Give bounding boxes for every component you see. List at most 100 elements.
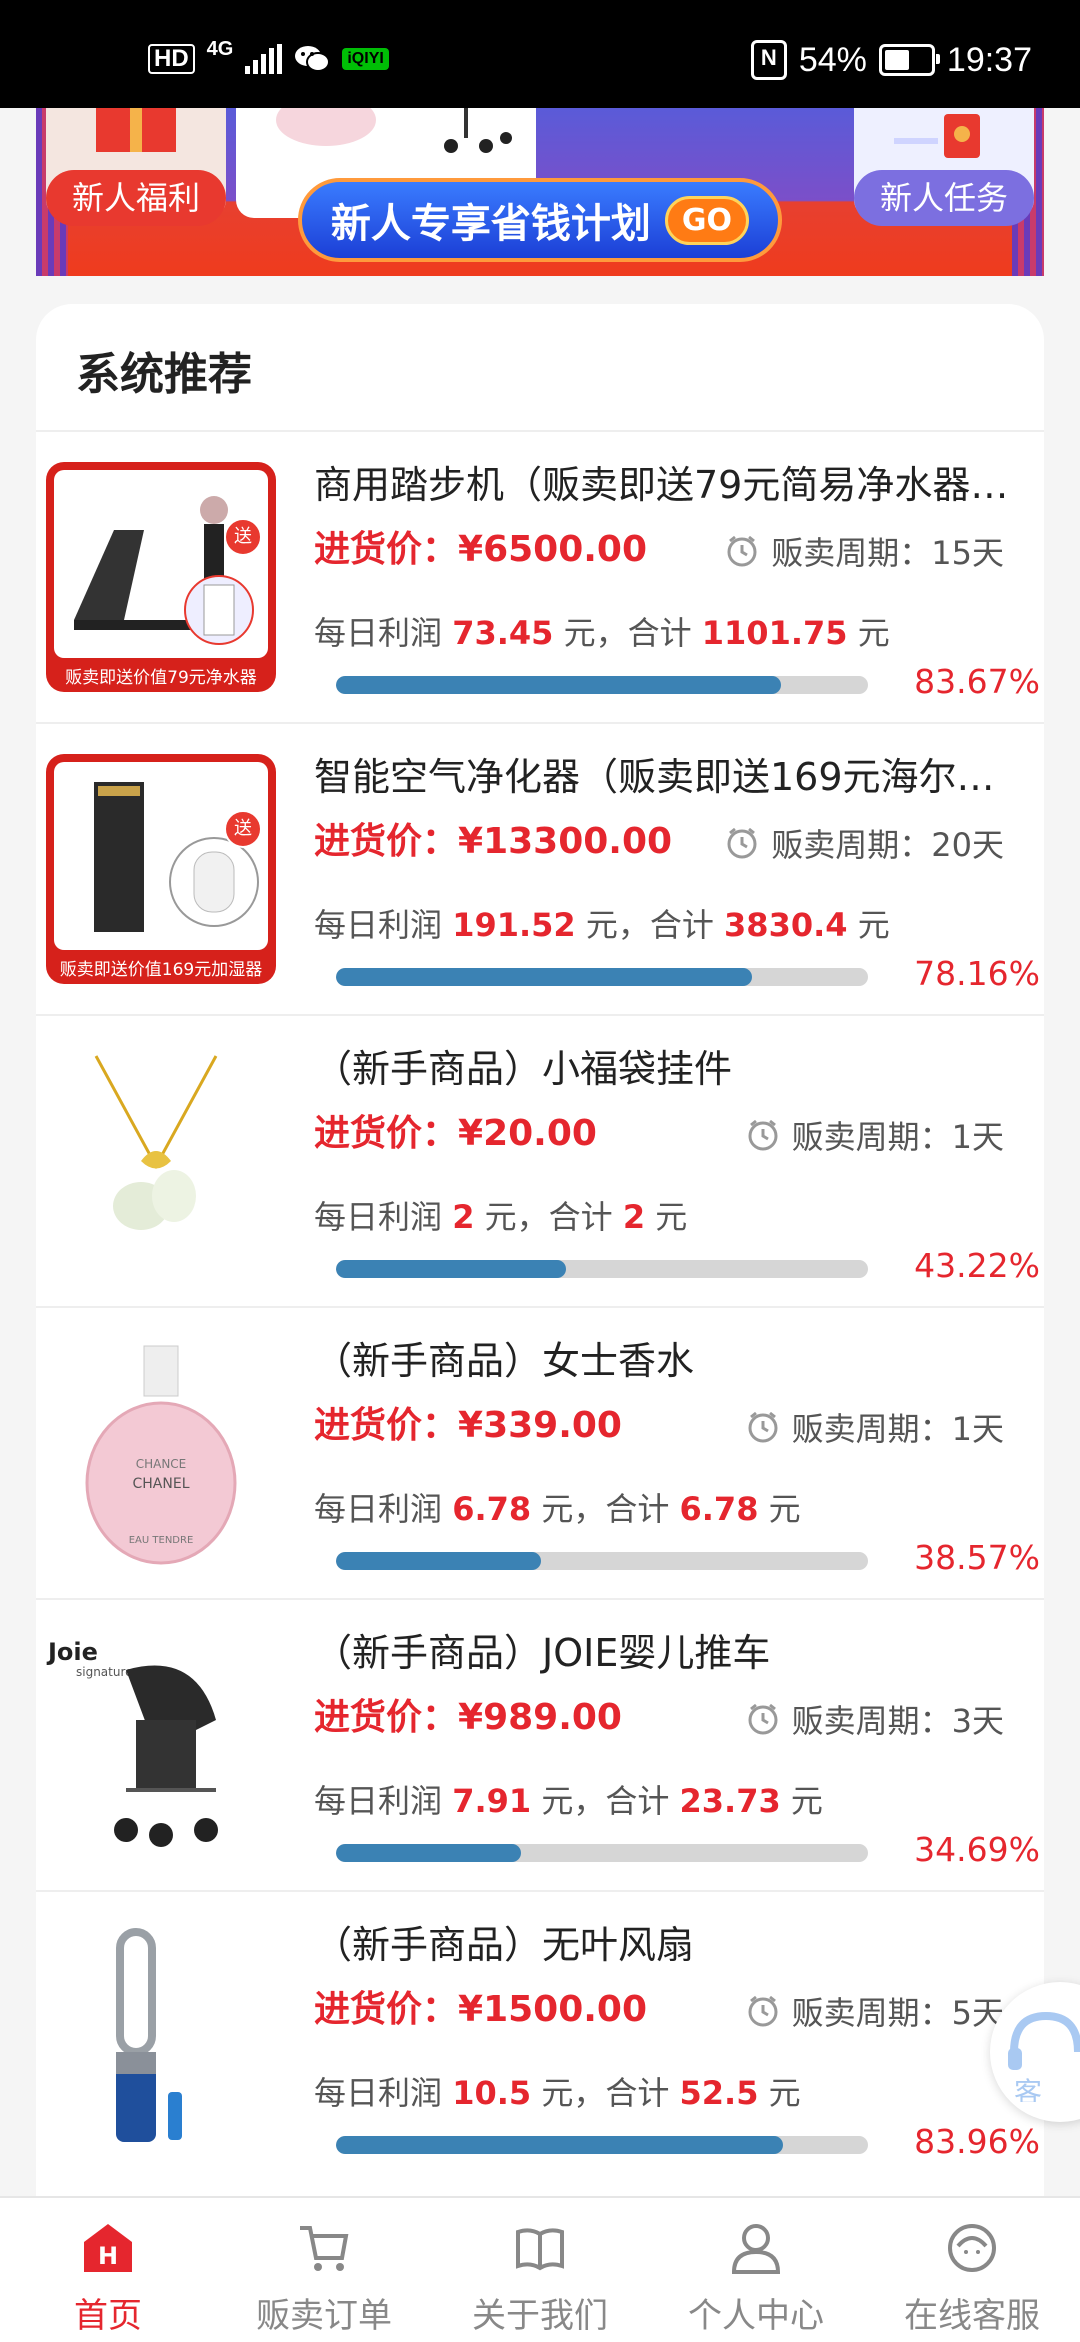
- cycle-prefix: 贩卖周期：: [791, 1410, 952, 1448]
- daily-profit: 每日利润 6.78 元，合计 6.78 元: [314, 1484, 801, 1530]
- price-value: ¥339.00: [458, 1405, 622, 1446]
- sell-cycle: 贩卖周期：1天: [746, 1112, 1004, 1158]
- price-prefix: 进货价：: [314, 1405, 459, 1446]
- cycle-value: 15天: [931, 534, 1004, 572]
- total-unit: 元: [758, 2074, 801, 2112]
- daily-profit: 每日利润 2 元，合计 2 元: [314, 1192, 687, 1238]
- clock-icon: [727, 827, 757, 859]
- profit-unit: 元，合计: [474, 1198, 623, 1236]
- product-item[interactable]: Joie signature （新手商品）JOIE婴儿推车 进货价：¥989.00 贩卖…: [36, 1598, 1044, 1890]
- nav-label: 个人中心: [688, 2296, 824, 2336]
- profit-unit: 元，合计: [531, 1490, 680, 1528]
- product-name: （新手商品）女士香水: [314, 1339, 695, 1383]
- price-prefix: 进货价：: [314, 1697, 459, 1738]
- product-name: （新手商品）JOIE婴儿推车: [314, 1631, 771, 1675]
- purchase-price: 进货价：¥1500.00: [314, 1980, 647, 2032]
- price-prefix: 进货价：: [314, 821, 459, 862]
- profit-prefix: 每日利润: [314, 1490, 453, 1528]
- product-item[interactable]: （新手商品）小福袋挂件 进货价：¥20.00 贩卖周期：1天 每日利润 2 元，合计 …: [36, 1014, 1044, 1306]
- svg-text:signature: signature: [76, 1665, 133, 1679]
- price-value: ¥6500.00: [458, 529, 648, 570]
- total-profit-value: 52.5: [679, 2074, 759, 2112]
- clock-icon: [748, 1411, 778, 1443]
- svg-text:CHANEL: CHANEL: [133, 1476, 190, 1492]
- product-preview-image: [276, 108, 512, 153]
- purchase-price: 进货价：¥20.00: [314, 1104, 597, 1156]
- daily-profit-value: 7.91: [452, 1782, 532, 1820]
- total-unit: 元: [780, 1782, 823, 1820]
- purchase-price: 进货价：¥6500.00: [314, 520, 647, 572]
- progress-fill: [336, 1260, 566, 1278]
- product-name: （新手商品）无叶风扇: [314, 1923, 695, 1967]
- daily-profit: 每日利润 191.52 元，合计 3830.4 元: [314, 900, 890, 946]
- newcomer-task-button[interactable]: 新人任务: [854, 170, 1034, 226]
- nav-item-1[interactable]: 贩卖订单: [216, 2198, 432, 2342]
- profit-prefix: 每日利润: [314, 1782, 453, 1820]
- nav-item-0[interactable]: H 首页: [0, 2198, 216, 2342]
- user-icon: [728, 2220, 784, 2276]
- clock-icon: [748, 1703, 778, 1735]
- progress-bar: [336, 1260, 868, 1278]
- daily-profit: 每日利润 73.45 元，合计 1101.75 元: [314, 608, 890, 654]
- price-value: ¥13300.00: [458, 821, 673, 862]
- product-thumbnail[interactable]: [46, 1046, 276, 1276]
- cycle-value: 1天: [951, 1118, 1004, 1156]
- product-item[interactable]: CHANCE CHANEL EAU TENDRE （新手商品）女士香水 进货价：¥339…: [36, 1306, 1044, 1598]
- product-thumbnail[interactable]: CHANCE CHANEL EAU TENDRE: [46, 1338, 276, 1568]
- product-item[interactable]: （新手商品）无叶风扇 进货价：¥1500.00 贩卖周期：5天 每日利润 10.5 元…: [36, 1890, 1044, 2182]
- product-item[interactable]: 送贩卖即送价值79元净水器 商用踏步机（贩卖即送79元简易净水器 ） 进货价：¥65…: [36, 430, 1044, 722]
- iqiyi-icon: iQIYI: [342, 48, 389, 70]
- progress-bar: [336, 1552, 868, 1570]
- product-name: 商用踏步机（贩卖即送79元简易净水器 ）: [314, 463, 1014, 507]
- product-thumbnail[interactable]: 送贩卖即送价值79元净水器: [46, 462, 276, 692]
- product-item[interactable]: 送贩卖即送价值169元加湿器智能空气净化器（贩卖即送169元海尔加湿器） 进货价：…: [36, 722, 1044, 1014]
- status-bar: HD 4G iQIYI N 54% 19:37: [0, 0, 1080, 108]
- battery-percent: 54%: [798, 40, 867, 79]
- progress-bar: [336, 1844, 868, 1862]
- thumb-caption: 贩卖即送价值169元加湿器: [59, 960, 263, 980]
- thumb-caption: 贩卖即送价值79元净水器: [65, 668, 257, 688]
- section-title: 系统推荐: [76, 349, 252, 400]
- price-prefix: 进货价：: [314, 1113, 459, 1154]
- newcomer-welfare-button[interactable]: 新人福利: [46, 170, 226, 226]
- promo-banner[interactable]: 新人福利 新人任务 新人专享省钱计划 GO: [36, 108, 1044, 276]
- total-unit: 元: [847, 906, 890, 944]
- cycle-value: 3天: [951, 1702, 1004, 1740]
- savings-plan-button[interactable]: 新人专享省钱计划 GO: [298, 178, 782, 262]
- product-thumbnail[interactable]: 送贩卖即送价值169元加湿器: [46, 754, 276, 984]
- progress-percent: 34.69%: [914, 1830, 1040, 1869]
- svg-text:Joie: Joie: [46, 1638, 98, 1666]
- floating-service-button[interactable]: 客: [990, 1982, 1080, 2122]
- nav-item-2[interactable]: 关于我们: [432, 2198, 648, 2342]
- profit-prefix: 每日利润: [314, 614, 453, 652]
- sell-cycle: 贩卖周期：15天: [725, 528, 1004, 574]
- profit-prefix: 每日利润: [314, 1198, 453, 1236]
- progress-fill: [336, 2136, 783, 2154]
- sell-cycle: 贩卖周期：5天: [746, 1988, 1004, 2034]
- signal-icon: [245, 44, 283, 74]
- total-profit-value: 6.78: [679, 1490, 759, 1528]
- purchase-price: 进货价：¥339.00: [314, 1396, 622, 1448]
- nav-item-4[interactable]: 在线客服: [864, 2198, 1080, 2342]
- progress-percent: 38.57%: [914, 1538, 1040, 1577]
- recommend-card: 系统推荐 送贩卖即送价值79元净水器 商用踏步机（贩卖即送79元简易净水器 ） 进货…: [36, 304, 1044, 2204]
- profit-prefix: 每日利润: [314, 906, 453, 944]
- product-thumbnail[interactable]: [46, 1922, 276, 2152]
- daily-profit-value: 6.78: [452, 1490, 532, 1528]
- price-prefix: 进货价：: [314, 529, 459, 570]
- progress-bar: [336, 968, 868, 986]
- total-profit-value: 1101.75: [701, 614, 848, 652]
- nav-item-3[interactable]: 个人中心: [648, 2198, 864, 2342]
- cycle-prefix: 贩卖周期：: [791, 1702, 952, 1740]
- nfc-icon: N: [750, 40, 787, 80]
- savings-plan-label: 新人专享省钱计划: [330, 201, 651, 247]
- progress-percent: 83.96%: [914, 2122, 1040, 2161]
- purchase-price: 进货价：¥989.00: [314, 1688, 622, 1740]
- nav-label: 贩卖订单: [256, 2296, 392, 2336]
- product-name: 智能空气净化器（贩卖即送169元海尔加湿器）: [314, 755, 1014, 799]
- clock-time: 19:37: [946, 40, 1032, 79]
- price-value: ¥989.00: [458, 1697, 622, 1738]
- progress-bar: [336, 2136, 868, 2154]
- product-thumbnail[interactable]: Joie signature: [46, 1630, 276, 1860]
- cycle-value: 1天: [951, 1410, 1004, 1448]
